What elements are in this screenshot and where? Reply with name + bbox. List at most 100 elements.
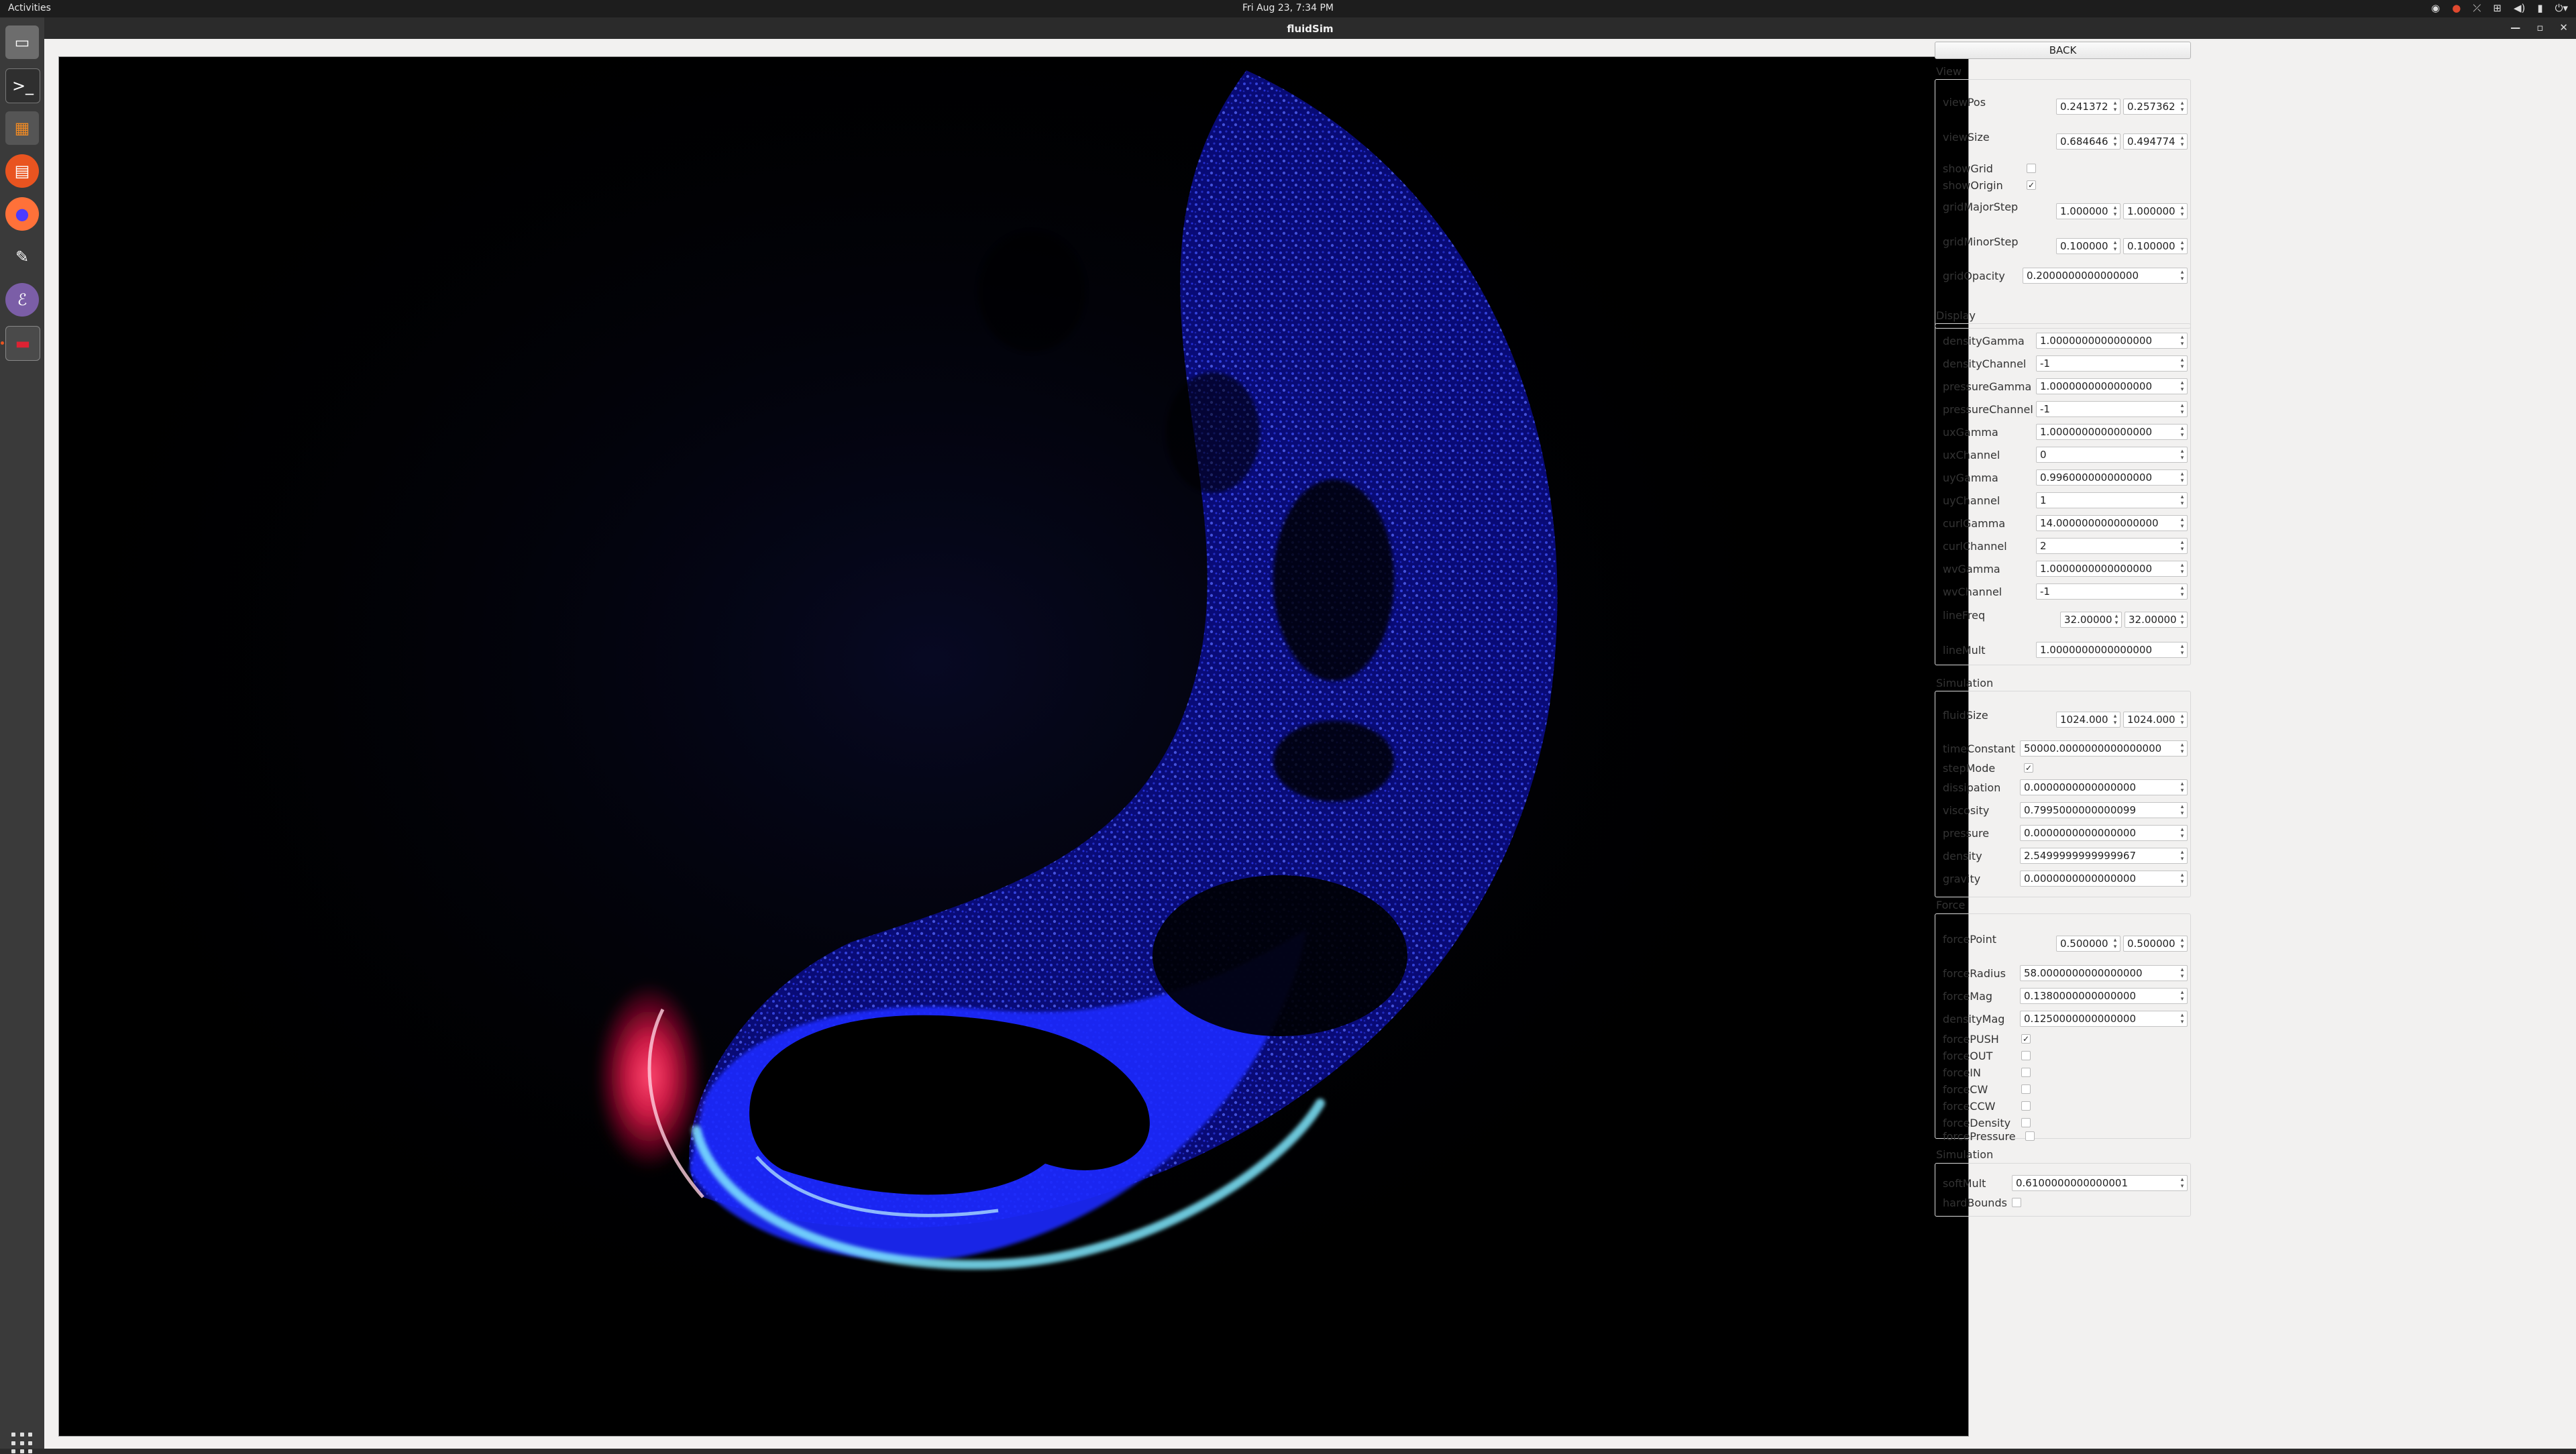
simulation2-group: softMult 0.6100000000000001 ▴ ▾ hardBounds (1935, 1163, 2191, 1217)
forcecw-label: forceCW (1943, 1083, 1988, 1096)
pressuregamma-input[interactable]: 1.0000000000000000 ▴ ▾ (2036, 378, 2188, 394)
stepmode-checkbox[interactable]: ✓ (2024, 763, 2033, 773)
forcepressure-label: forcePressure (1943, 1130, 2016, 1143)
forceradius-input[interactable]: 58.0000000000000000 ▴ ▾ (2020, 965, 2188, 981)
forceccw-label: forceCCW (1943, 1100, 1996, 1113)
densitymag-input[interactable]: 0.1250000000000000 ▴ ▾ (2020, 1011, 2188, 1027)
pressurechannel-input[interactable]: -1 ▴ ▾ (2036, 401, 2188, 417)
showorigin-label: showOrigin (1943, 179, 2003, 192)
gridminorstep-x-input[interactable]: 0.100000 ▴ ▾ (2056, 238, 2121, 254)
simulation-viewport[interactable] (58, 56, 1969, 1437)
density-input[interactable]: 2.5499999999999967 ▴ ▾ (2020, 848, 2188, 864)
maximize-icon[interactable]: ▫ (2536, 21, 2543, 34)
files-icon[interactable]: ▭ (5, 25, 39, 59)
viewpos-y-input[interactable]: 0.257362 ▴ ▾ (2123, 99, 2188, 115)
activities-button[interactable]: Activities (8, 3, 51, 13)
wvgamma-input[interactable]: 1.0000000000000000 ▴ ▾ (2036, 561, 2188, 577)
hardbounds-checkbox[interactable] (2012, 1198, 2021, 1207)
forcepoint-y-input[interactable]: 0.500000 ▴ ▾ (2123, 936, 2188, 952)
forceout-checkbox[interactable] (2021, 1051, 2031, 1060)
viewsize-x-input[interactable]: 0.684646 ▴ ▾ (2056, 133, 2121, 150)
close-icon[interactable]: ✕ (2559, 21, 2568, 34)
forcecw-checkbox[interactable] (2021, 1084, 2031, 1094)
fluidsize-x-input[interactable]: 1024.000 ▴ ▾ (2056, 712, 2121, 728)
gridopacity-input[interactable]: 0.2000000000000000 ▴ ▾ (2023, 268, 2188, 284)
curlgamma-input[interactable]: 14.0000000000000000 ▴ ▾ (2036, 515, 2188, 531)
power-icon[interactable]: ⏻▾ (2555, 2, 2568, 14)
battery-icon[interactable]: ▮ (2537, 2, 2542, 14)
fluid-render (59, 57, 1870, 1398)
viewsize-y-input[interactable]: 0.494774 ▴ ▾ (2123, 133, 2188, 150)
hardbounds-label: hardBounds (1943, 1196, 2007, 1209)
showgrid-label: showGrid (1943, 162, 1993, 175)
forcein-label: forceIN (1943, 1066, 1981, 1079)
forceccw-checkbox[interactable] (2021, 1101, 2031, 1111)
gridminorstep-y-input[interactable]: 0.100000 ▴ ▾ (2123, 238, 2188, 254)
forcepush-label: forcePUSH (1943, 1033, 1999, 1046)
density-label: density (1943, 850, 1982, 862)
fluidsim-window: fluidSim — ▫ ✕ (44, 17, 2576, 1449)
forcepush-checkbox[interactable]: ✓ (2021, 1034, 2031, 1044)
section-force-title: Force (1936, 899, 1966, 911)
section-display-title: Display (1936, 309, 1976, 322)
curlchannel-input[interactable]: 2 ▴ ▾ (2036, 538, 2188, 554)
showorigin-checkbox[interactable]: ✓ (2027, 180, 2036, 190)
volume-icon[interactable]: ◀) (2514, 2, 2525, 14)
top-bar: Activities Fri Aug 23, 7:34 PM ◉ ● ⤫ ⊞ ◀… (0, 0, 2576, 17)
terminal-icon[interactable]: >_ (5, 68, 40, 103)
steam-icon[interactable]: ◉ (2431, 2, 2440, 14)
viscosity-input[interactable]: 0.7995000000000099 ▴ ▾ (2020, 802, 2188, 818)
timeconstant-input[interactable]: 50000.0000000000000000 ▴ ▾ (2020, 740, 2188, 757)
network-icon[interactable]: ⊞ (2493, 2, 2502, 14)
window-title: fluidSim (1287, 23, 1334, 35)
wvchannel-label: wvChannel (1943, 585, 2002, 598)
uychannel-input[interactable]: 1 ▴ ▾ (2036, 492, 2188, 508)
linefreq-x-input[interactable]: 32.00000 ▴ ▾ (2060, 612, 2122, 628)
forcein-checkbox[interactable] (2021, 1068, 2031, 1077)
timeconstant-label: timeConstant (1943, 742, 2016, 755)
pressure-input[interactable]: 0.0000000000000000 ▴ ▾ (2020, 825, 2188, 841)
wvchannel-input[interactable]: -1 ▴ ▾ (2036, 583, 2188, 600)
gravity-input[interactable]: 0.0000000000000000 ▴ ▾ (2020, 871, 2188, 887)
dissipation-input[interactable]: 0.0000000000000000 ▴ ▾ (2020, 779, 2188, 795)
dock: ▭ >_ ▦ ▤ ● ✎ ℰ ▬ (0, 17, 45, 1454)
gridmajorstep-x-input[interactable]: 1.000000 ▴ ▾ (2056, 203, 2121, 219)
firefox-icon[interactable]: ● (5, 197, 39, 231)
linefreq-y-input[interactable]: 32.00000 ▴ ▾ (2125, 612, 2188, 628)
window-titlebar[interactable]: fluidSim — ▫ ✕ (44, 17, 2576, 39)
uxgamma-input[interactable]: 1.0000000000000000 ▴ ▾ (2036, 424, 2188, 440)
viewpos-x-input[interactable]: 0.241372 ▴ ▾ (2056, 99, 2121, 115)
densitychannel-input[interactable]: -1 ▴ ▾ (2036, 355, 2188, 372)
linemult-input[interactable]: 1.0000000000000000 ▴ ▾ (2036, 642, 2188, 658)
show-applications-icon[interactable] (11, 1433, 33, 1454)
gimp-icon[interactable]: ✎ (5, 240, 39, 274)
linemult-label: lineMult (1943, 644, 1986, 657)
software-center-icon[interactable]: ▤ (5, 154, 39, 188)
network-off-icon[interactable]: ⤫ (2473, 2, 2481, 14)
uxchannel-label: uxChannel (1943, 449, 2000, 461)
pressure-label: pressure (1943, 827, 1990, 840)
clock[interactable]: Fri Aug 23, 7:34 PM (1242, 3, 1334, 13)
update-icon[interactable]: ● (2452, 2, 2461, 14)
back-button[interactable]: BACK (1935, 42, 2191, 59)
system-tray[interactable]: ◉ ● ⤫ ⊞ ◀) ▮ ⏻▾ (2431, 2, 2568, 14)
uygamma-input[interactable]: 0.9960000000000000 ▴ ▾ (2036, 469, 2188, 486)
calculator-icon[interactable]: ▦ (5, 111, 39, 145)
display-group: densityGamma 1.0000000000000000 ▴ ▾ density… (1935, 323, 2191, 665)
fluidsize-y-input[interactable]: 1024.000 ▴ ▾ (2123, 712, 2188, 728)
uygamma-label: uyGamma (1943, 471, 1998, 484)
forcemag-input[interactable]: 0.1380000000000000 ▴ ▾ (2020, 988, 2188, 1004)
forcepressure-checkbox[interactable] (2025, 1131, 2035, 1141)
densitygamma-input[interactable]: 1.0000000000000000 ▴ ▾ (2036, 333, 2188, 349)
softmult-input[interactable]: 0.6100000000000001 ▴ ▾ (2012, 1175, 2188, 1191)
uxchannel-input[interactable]: 0 ▴ ▾ (2036, 447, 2188, 463)
forcedensity-checkbox[interactable] (2021, 1118, 2031, 1127)
fluidsim-window-icon[interactable]: ▬ (5, 326, 40, 361)
densitygamma-label: densityGamma (1943, 335, 2025, 347)
showgrid-checkbox[interactable] (2027, 164, 2036, 173)
densitymag-label: densityMag (1943, 1013, 2005, 1025)
forcepoint-x-input[interactable]: 0.500000 ▴ ▾ (2056, 936, 2121, 952)
minimize-icon[interactable]: — (2510, 21, 2520, 34)
gridmajorstep-y-input[interactable]: 1.000000 ▴ ▾ (2123, 203, 2188, 219)
emacs-icon[interactable]: ℰ (5, 283, 39, 317)
